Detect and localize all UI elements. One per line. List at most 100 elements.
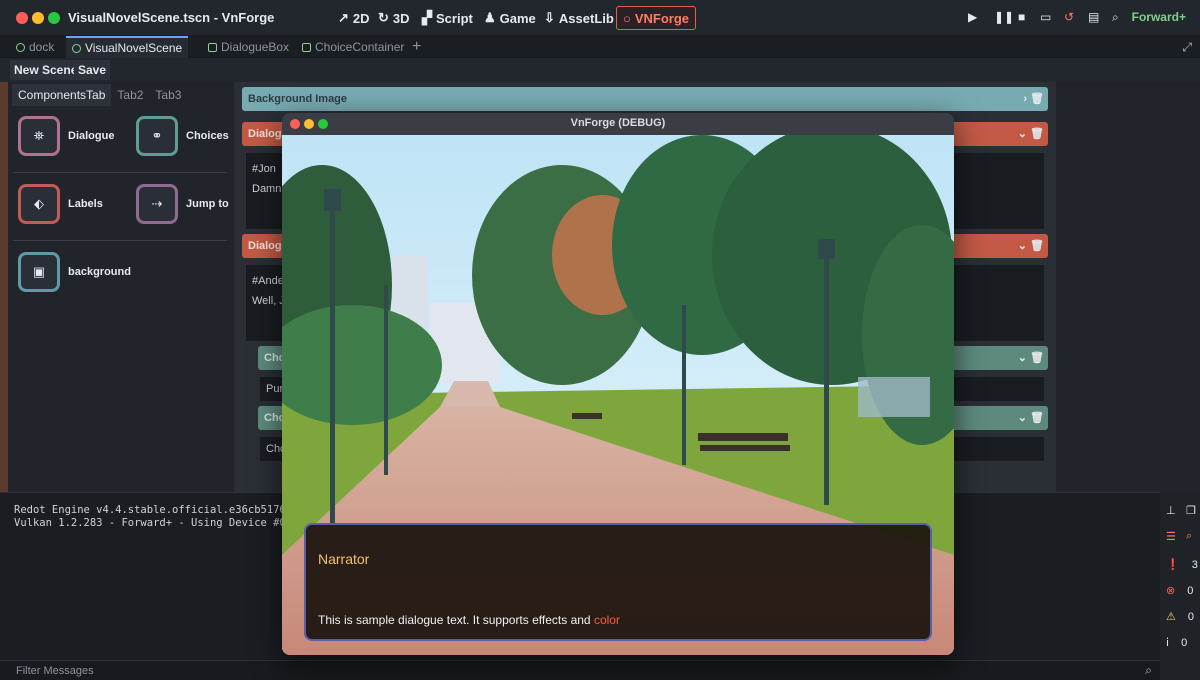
remote-debug-icon[interactable]: ▭ — [1040, 10, 1051, 24]
divider — [13, 240, 227, 241]
vnforge-icon: ○ — [623, 10, 631, 26]
errors-toggle[interactable]: ⊗ 0 — [1166, 584, 1193, 598]
row-actions[interactable]: ⌄ 🗑 — [1018, 127, 1044, 140]
messages-toggle[interactable]: ❗ 3 — [1166, 558, 1198, 572]
new-scene-button[interactable]: New Scene — [10, 60, 82, 80]
scene-tab-label: VisualNovelScene — [85, 41, 183, 55]
log-line: Redot Engine v4.4.stable.official.e36cb5… — [14, 504, 305, 516]
message-icon: ❗ — [1166, 559, 1180, 571]
row-title: Dialog — [248, 128, 282, 140]
window-title: VisualNovelScene.tscn - VnForge — [68, 10, 275, 25]
scene-tab-label: dock — [29, 40, 55, 54]
editor-count: 0 — [1181, 636, 1188, 649]
component-label: Labels — [68, 198, 103, 210]
tab-tab3[interactable]: Tab3 — [149, 84, 187, 106]
warning-count: 0 — [1187, 610, 1194, 623]
error-icon: ⊗ — [1166, 585, 1176, 597]
row-title: Background Image — [248, 93, 348, 105]
main-button-label: VNForge — [634, 10, 690, 26]
output-side-tools: ⊥ ❐ ☰ ⌕ ❗ 3 ⊗ 0 ⚠ 0 ⅰ 0 — [1160, 492, 1200, 680]
warning-icon: ⚠ — [1166, 611, 1176, 623]
log-line: Vulkan 1.2.283 - Forward+ - Using Device… — [14, 517, 305, 529]
renderer-selector[interactable]: Forward+ — [1132, 10, 1186, 24]
control-icon — [208, 42, 217, 52]
row-actions[interactable]: › 🗑 — [1023, 92, 1044, 105]
message-count: 3 — [1191, 558, 1198, 571]
maximize-window-button[interactable] — [48, 12, 60, 24]
row-actions[interactable]: ⌄ 🗑 — [1018, 351, 1044, 364]
main-button-assetlib[interactable]: ⇩ AssetLib — [538, 6, 620, 30]
save-button[interactable]: Save — [74, 60, 111, 80]
component-background-button[interactable]: ▣ background — [18, 252, 131, 292]
dock-edge — [0, 82, 8, 492]
main-button-label: Game — [499, 10, 536, 26]
component-label: background — [68, 266, 131, 278]
download-icon: ⇩ — [544, 10, 555, 25]
pause-icon[interactable]: ❚❚ — [994, 10, 1014, 24]
component-dialogue-button[interactable]: ⛯ Dialogue — [18, 116, 114, 156]
tab-components[interactable]: ComponentsTab — [12, 84, 112, 106]
filter-icon[interactable]: ☰ — [1166, 530, 1176, 543]
title-bar: VisualNovelScene.tscn - VnForge ↗ 2D ↻ 3… — [0, 0, 1200, 36]
scene-tab-bar: dock VisualNovelScene DialogueBox Choice… — [0, 36, 1200, 58]
scene-tab-dialoguebox[interactable]: DialogueBox — [202, 36, 295, 58]
components-panel: ComponentsTab Tab2 Tab3 ⛯ Dialogue ⚭ Cho… — [8, 82, 234, 492]
zoom-icon[interactable]: ⌕ — [1112, 10, 1119, 25]
reload-icon[interactable]: ↺ — [1064, 10, 1074, 24]
tab-tab2[interactable]: Tab2 — [111, 84, 149, 106]
scene-tab-label: ChoiceContainer — [315, 40, 405, 54]
row-actions[interactable]: ⌄ 🗑 — [1018, 411, 1044, 424]
scene-tab-label: DialogueBox — [221, 40, 290, 54]
filter-messages-input[interactable]: Filter Messages — [16, 665, 94, 677]
scene-tab-visualnovelscene[interactable]: VisualNovelScene — [66, 36, 189, 58]
copy-icon[interactable]: ❐ — [1186, 504, 1196, 517]
movie-icon[interactable]: ▤ — [1088, 10, 1099, 24]
3d-icon: ↻ — [378, 10, 389, 25]
warnings-toggle[interactable]: ⚠ 0 — [1166, 610, 1194, 624]
main-button-label: 2D — [352, 10, 370, 26]
main-button-label: 3D — [392, 10, 410, 26]
distraction-free-icon[interactable]: ⤢ — [1182, 40, 1192, 55]
game-debug-window: VnForge (DEBUG) Narrator This is sample … — [282, 113, 954, 655]
component-label: Choices — [186, 130, 229, 142]
tag-icon: ⬖ — [18, 184, 60, 224]
add-tab-icon[interactable]: + — [412, 38, 421, 56]
component-choices-button[interactable]: ⚭ Choices — [136, 116, 229, 156]
script-icon: ▞ — [422, 10, 432, 25]
right-dock — [1056, 82, 1200, 492]
2d-icon: ↗ — [338, 10, 349, 25]
dialogue-text: This is sample dialogue text. It support… — [318, 613, 620, 627]
components-tab-bar: ComponentsTab Tab2 Tab3 — [12, 84, 187, 106]
dialogue-box[interactable]: Narrator This is sample dialogue text. I… — [304, 523, 932, 641]
component-jump-button[interactable]: ⇢ Jump to — [136, 184, 229, 224]
row-title: Dialog — [248, 240, 282, 252]
main-button-label: AssetLib — [558, 10, 614, 26]
arrow-right-icon: ⇢ — [136, 184, 178, 224]
image-icon: ▣ — [18, 252, 60, 292]
component-label: Dialogue — [68, 130, 115, 142]
main-button-3d[interactable]: ↻ 3D — [372, 6, 416, 30]
clear-output-icon[interactable]: ⊥ — [1166, 504, 1176, 517]
minimize-window-button[interactable] — [32, 12, 44, 24]
editor-messages-toggle[interactable]: ⅰ 0 — [1166, 636, 1188, 650]
main-button-vnforge[interactable]: ○ VNForge — [616, 6, 697, 30]
close-window-button[interactable] — [16, 12, 28, 24]
toolbar: New Scene Save — [0, 58, 1200, 82]
row-actions[interactable]: ⌄ 🗑 — [1018, 239, 1044, 252]
play-icon[interactable]: ▶ — [968, 10, 977, 24]
main-button-label: Script — [436, 10, 473, 26]
scene-tab-choicecontainer[interactable]: ChoiceContainer — [296, 36, 410, 58]
dialogue-highlight-word: color — [593, 613, 620, 627]
speaker-name: Narrator — [318, 551, 370, 567]
main-button-2d[interactable]: ↗ 2D — [332, 6, 376, 30]
scene-tab-dock[interactable]: dock — [10, 36, 60, 58]
main-button-game[interactable]: ♟ Game — [478, 6, 542, 30]
search-icon[interactable]: ⌕ — [1186, 530, 1192, 543]
main-button-script[interactable]: ▞ Script — [416, 6, 479, 30]
component-labels-button[interactable]: ⬖ Labels — [18, 184, 103, 224]
background-image-row[interactable]: Background Image › 🗑 — [242, 87, 1048, 111]
node-icon — [72, 43, 81, 53]
search-icon[interactable]: ⌕ — [1145, 663, 1152, 678]
stop-icon[interactable]: ■ — [1018, 10, 1025, 24]
dialogue-text-body: This is sample dialogue text. It support… — [318, 613, 594, 627]
